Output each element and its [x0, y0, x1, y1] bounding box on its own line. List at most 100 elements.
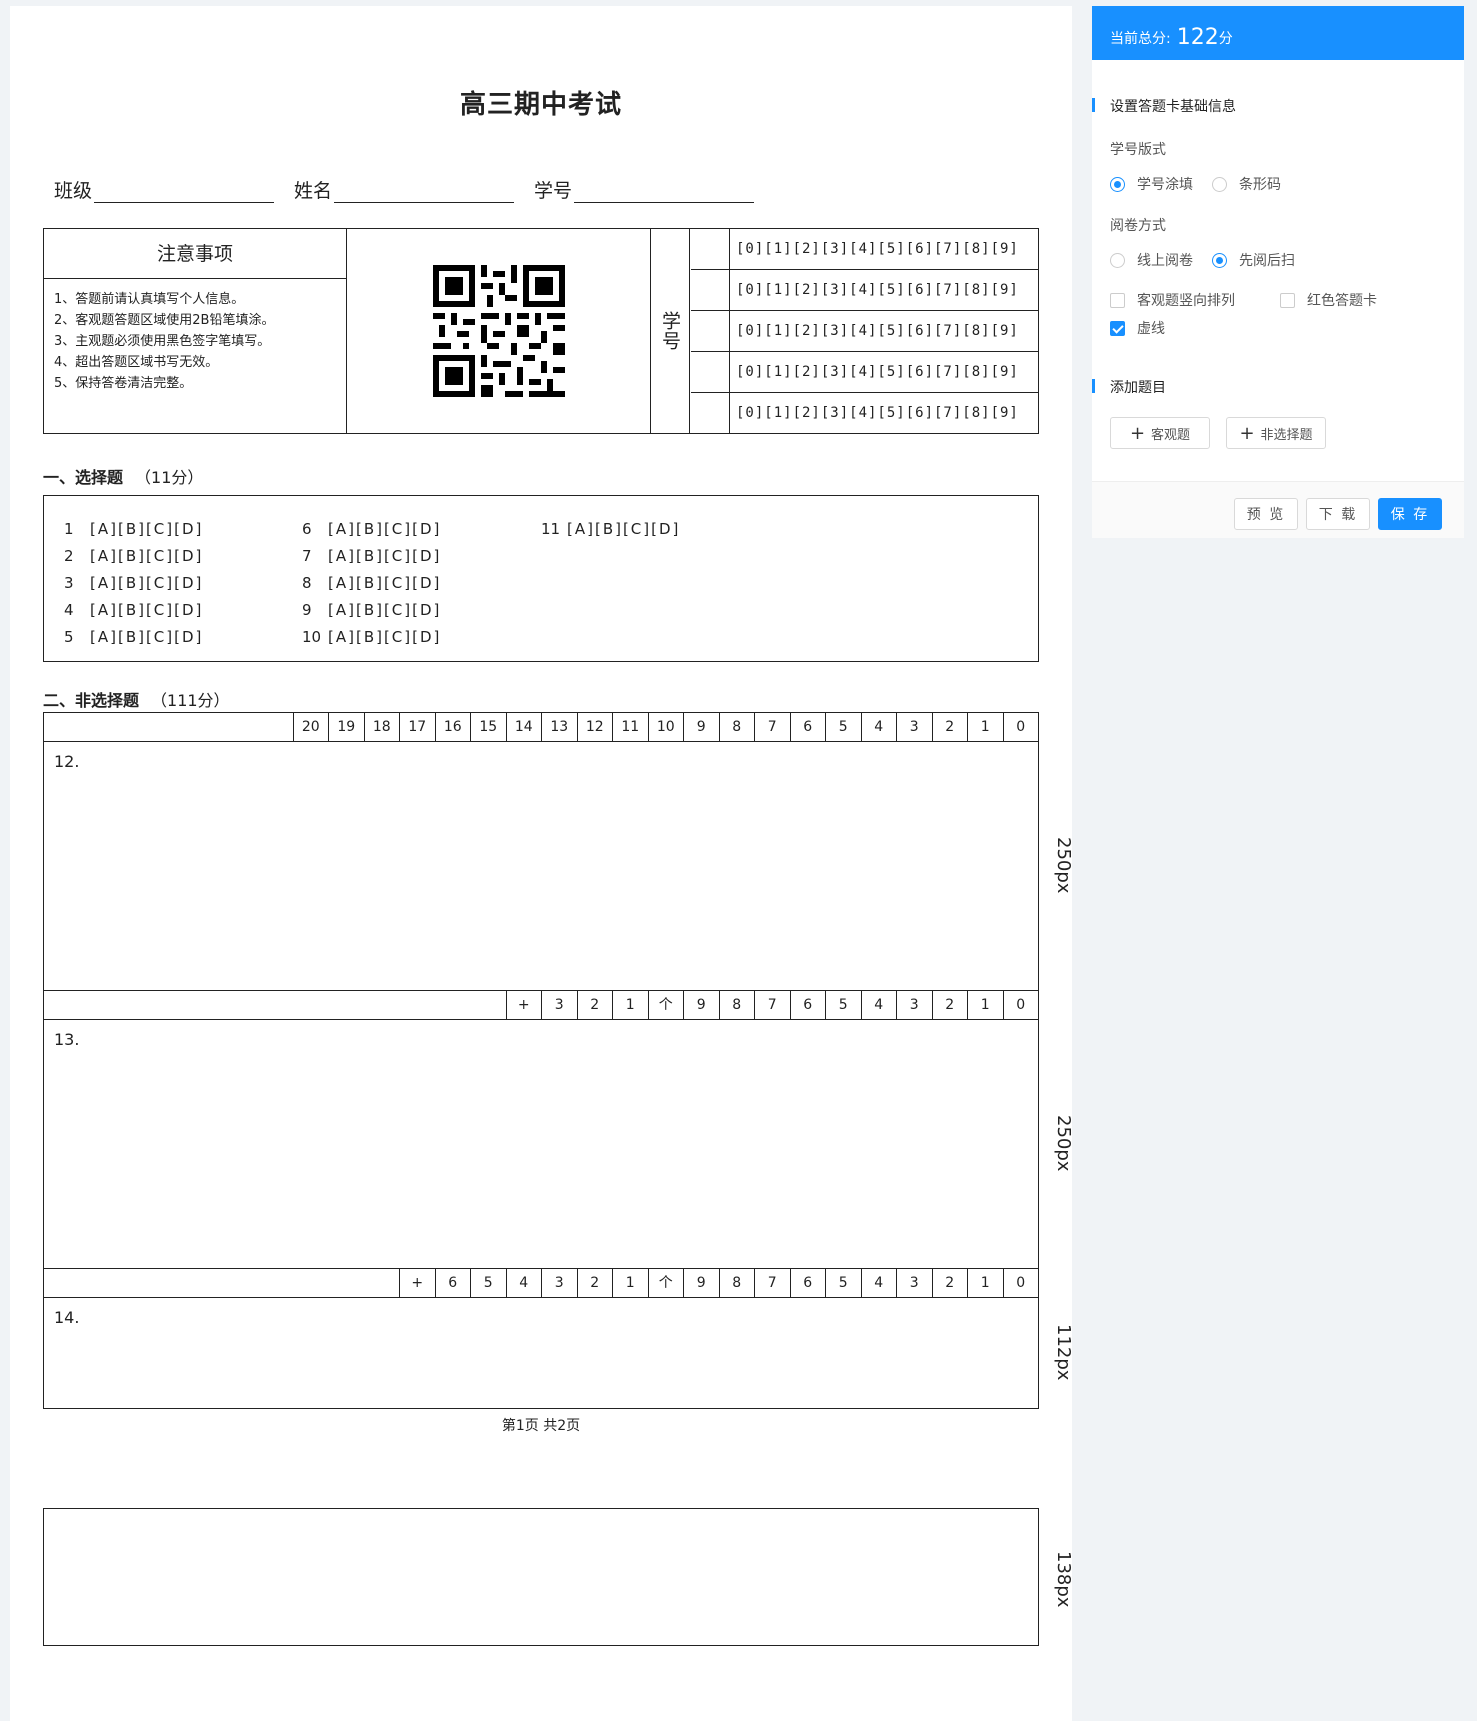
score-cell[interactable]: 3 [896, 991, 932, 1019]
mc-options[interactable]: [A][B][C][D] [567, 516, 680, 543]
mc-options[interactable]: [A][B][C][D] [90, 570, 203, 597]
score-cell[interactable]: 5 [825, 1269, 861, 1297]
score-cell[interactable]: 9 [683, 713, 719, 741]
mc-item[interactable]: 6 [A][B][C][D] [302, 516, 441, 543]
add-objective-button[interactable]: + 客观题 [1110, 417, 1210, 449]
score-cell[interactable]: + [505, 991, 542, 1019]
mc-options[interactable]: [A][B][C][D] [328, 543, 441, 570]
score-cell[interactable]: 11 [612, 713, 648, 741]
mc-item[interactable]: 7 [A][B][C][D] [302, 543, 441, 570]
score-cell[interactable]: 8 [718, 991, 755, 1019]
radio-selected-icon[interactable] [1110, 176, 1125, 192]
score-cell[interactable]: 10 [647, 713, 684, 741]
mc-options[interactable]: [A][B][C][D] [90, 624, 203, 651]
score-cell[interactable]: 个 [647, 1269, 684, 1297]
radio-barcode[interactable]: 条形码 [1212, 174, 1281, 194]
score-cell[interactable]: 1 [612, 991, 648, 1019]
mc-item[interactable]: 11 [A][B][C][D] [541, 516, 680, 543]
mc-options[interactable]: [A][B][C][D] [90, 543, 203, 570]
answer-box-q13[interactable]: 13. [43, 1019, 1039, 1269]
score-cell[interactable]: 2 [931, 991, 968, 1019]
score-cell[interactable]: 7 [754, 1269, 790, 1297]
mc-options[interactable]: [A][B][C][D] [328, 570, 441, 597]
score-cell[interactable]: 2 [931, 1269, 968, 1297]
mc-item[interactable]: 5 [A][B][C][D] [64, 624, 203, 651]
score-cell[interactable]: 4 [860, 713, 897, 741]
score-cell[interactable]: 9 [683, 1269, 719, 1297]
checkbox-icon[interactable] [1110, 292, 1125, 308]
digit-bubbles: [0][1][2][3][4][5][6][7][8][9] [736, 241, 1019, 257]
score-cell[interactable]: 1 [967, 713, 1003, 741]
mc-item[interactable]: 10 [A][B][C][D] [302, 624, 441, 651]
mc-item[interactable]: 3 [A][B][C][D] [64, 570, 203, 597]
checkbox-icon[interactable] [1280, 292, 1295, 308]
mc-item[interactable]: 9 [A][B][C][D] [302, 597, 441, 624]
score-cell[interactable]: 18 [363, 713, 400, 741]
save-button[interactable]: 保 存 [1378, 498, 1442, 530]
radio-online-marking[interactable]: 线上阅卷 [1110, 250, 1193, 270]
score-cell[interactable]: 13 [541, 713, 577, 741]
mc-options[interactable]: [A][B][C][D] [90, 597, 203, 624]
score-cell[interactable]: 0 [1002, 713, 1039, 741]
radio-selected-icon[interactable] [1212, 252, 1227, 268]
mc-options[interactable]: [A][B][C][D] [90, 516, 203, 543]
score-cell[interactable]: 3 [541, 991, 577, 1019]
radio-unselected-icon[interactable] [1212, 176, 1227, 192]
checkbox-vertical-objective[interactable]: 客观题竖向排列 [1110, 290, 1235, 310]
score-cell[interactable]: + [399, 1269, 435, 1297]
mc-item[interactable]: 2 [A][B][C][D] [64, 543, 203, 570]
radio-id-fill[interactable]: 学号涂填 [1110, 174, 1193, 194]
score-cell[interactable]: 12 [576, 713, 613, 741]
score-cell[interactable]: 个 [647, 991, 684, 1019]
score-cell[interactable]: 4 [505, 1269, 542, 1297]
mc-options[interactable]: [A][B][C][D] [328, 516, 441, 543]
score-cell[interactable]: 3 [896, 1269, 932, 1297]
score-cell[interactable]: 20 [292, 713, 329, 741]
score-cell[interactable]: 2 [931, 713, 968, 741]
score-cell[interactable]: 1 [612, 1269, 648, 1297]
radio-mark-then-scan[interactable]: 先阅后扫 [1212, 250, 1295, 270]
score-cell[interactable]: 15 [470, 713, 506, 741]
mc-item[interactable]: 8 [A][B][C][D] [302, 570, 441, 597]
score-cell[interactable]: 9 [683, 991, 719, 1019]
score-cell[interactable]: 16 [434, 713, 471, 741]
download-button[interactable]: 下 载 [1306, 498, 1370, 530]
score-cell[interactable]: 7 [754, 713, 790, 741]
score-cell[interactable]: 6 [789, 991, 826, 1019]
score-cell[interactable]: 0 [1002, 991, 1039, 1019]
score-cell[interactable]: 5 [825, 991, 861, 1019]
score-cell[interactable]: 3 [541, 1269, 577, 1297]
score-cell[interactable]: 2 [576, 991, 613, 1019]
checkbox-dashed-line[interactable]: 虚线 [1110, 318, 1165, 338]
score-cell[interactable]: 19 [328, 713, 364, 741]
score-cell[interactable]: 5 [825, 713, 861, 741]
checkbox-checked-icon[interactable] [1110, 320, 1125, 336]
score-cell[interactable]: 8 [718, 713, 755, 741]
add-subjective-button[interactable]: + 非选择题 [1226, 417, 1326, 449]
radio-unselected-icon[interactable] [1110, 252, 1125, 268]
answer-box-q12[interactable]: 12. [43, 741, 1039, 991]
answer-box-extra[interactable] [43, 1508, 1039, 1646]
answer-box-q14[interactable]: 14. [43, 1297, 1039, 1409]
checkbox-red-card[interactable]: 红色答题卡 [1280, 290, 1377, 310]
score-cell[interactable]: 6 [789, 713, 826, 741]
score-cell[interactable]: 3 [896, 713, 932, 741]
score-cell[interactable]: 6 [789, 1269, 826, 1297]
score-cell[interactable]: 8 [718, 1269, 755, 1297]
mc-options[interactable]: [A][B][C][D] [328, 597, 441, 624]
preview-button[interactable]: 预 览 [1234, 498, 1298, 530]
score-cell[interactable]: 17 [399, 713, 435, 741]
mc-item[interactable]: 1 [A][B][C][D] [64, 516, 203, 543]
mc-options[interactable]: [A][B][C][D] [328, 624, 441, 651]
score-cell[interactable]: 4 [860, 991, 897, 1019]
score-cell[interactable]: 2 [576, 1269, 613, 1297]
score-cell[interactable]: 1 [967, 991, 1003, 1019]
score-cell[interactable]: 5 [470, 1269, 506, 1297]
score-cell[interactable]: 0 [1002, 1269, 1039, 1297]
score-cell[interactable]: 14 [505, 713, 542, 741]
mc-item[interactable]: 4 [A][B][C][D] [64, 597, 203, 624]
score-cell[interactable]: 4 [860, 1269, 897, 1297]
score-cell[interactable]: 1 [967, 1269, 1003, 1297]
score-cell[interactable]: 6 [434, 1269, 471, 1297]
score-cell[interactable]: 7 [754, 991, 790, 1019]
